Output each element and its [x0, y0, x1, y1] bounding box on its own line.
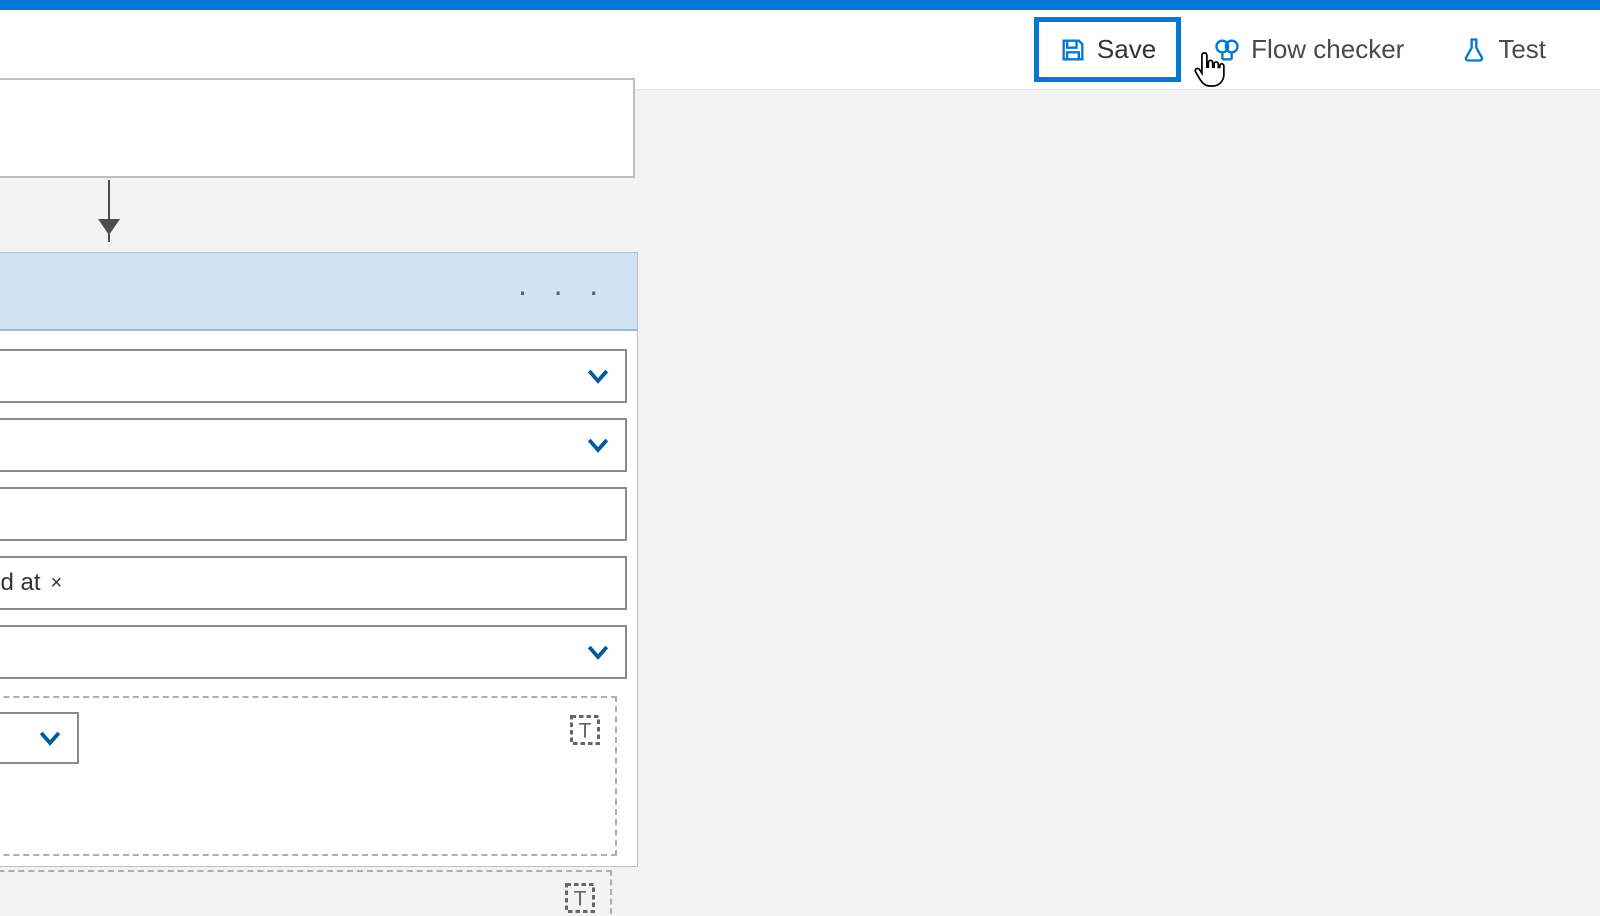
optional-section: T	[0, 696, 617, 856]
window-top-accent	[0, 0, 1600, 10]
dynamic-content-icon[interactable]: T	[562, 880, 598, 916]
save-button-label: Save	[1097, 34, 1156, 65]
dynamic-token-createdat[interactable]: Created at ×	[0, 563, 70, 603]
flask-icon	[1460, 36, 1488, 64]
action-card-header[interactable]: · · ·	[0, 253, 637, 331]
test-button[interactable]: Test	[1436, 18, 1570, 81]
dropdown-field-1[interactable]	[0, 349, 627, 403]
flow-canvas[interactable]: · · · .) × xt	[0, 90, 1600, 900]
svg-text:T: T	[579, 720, 592, 743]
flow-checker-label: Flow checker	[1251, 34, 1404, 65]
inner-dropdown-field[interactable]	[0, 712, 79, 764]
dropdown-field-5[interactable]	[0, 625, 627, 679]
action-card[interactable]: · · · .) × xt	[0, 252, 638, 867]
save-button[interactable]: Save	[1034, 17, 1181, 82]
save-icon	[1059, 36, 1087, 64]
chevron-down-icon	[583, 637, 613, 667]
token-label: Created at	[0, 569, 41, 597]
card-more-icon[interactable]: · · ·	[517, 273, 607, 310]
flow-checker-icon	[1213, 36, 1241, 64]
dynamic-content-icon[interactable]: T	[567, 712, 603, 748]
input-field-4[interactable]: xt × User name × Created at ×	[0, 556, 627, 610]
optional-section-2: T	[0, 870, 612, 914]
dropdown-field-2[interactable]	[0, 418, 627, 472]
chevron-down-icon	[583, 430, 613, 460]
token-remove-icon[interactable]: ×	[51, 572, 63, 595]
chevron-down-icon	[583, 361, 613, 391]
flow-connector-arrow	[108, 180, 110, 242]
trigger-card[interactable]	[0, 78, 635, 178]
input-field-3[interactable]: .) ×	[0, 487, 627, 541]
chevron-down-icon	[35, 723, 65, 753]
test-button-label: Test	[1498, 34, 1546, 65]
svg-text:T: T	[574, 888, 587, 911]
flow-checker-button[interactable]: Flow checker	[1189, 18, 1428, 81]
action-card-body: .) × xt × User name ×	[0, 331, 637, 866]
